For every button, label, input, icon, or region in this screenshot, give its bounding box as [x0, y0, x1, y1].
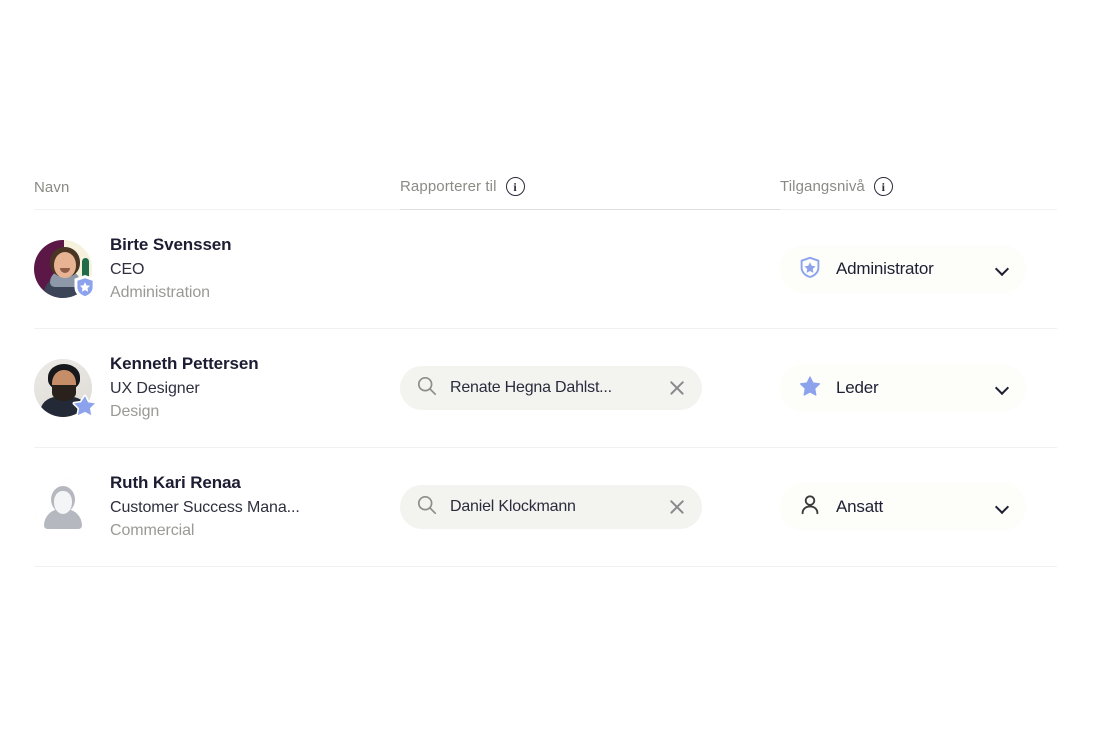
person-title: CEO: [110, 260, 145, 278]
cell-person: Kenneth Pettersen UX Designer Design: [34, 353, 400, 423]
person-info: Birte Svenssen CEO Administration: [34, 234, 400, 304]
close-icon[interactable]: [668, 498, 686, 516]
person-info: Kenneth Pettersen UX Designer Design: [34, 353, 400, 423]
person-name: Kenneth Pettersen: [110, 353, 259, 373]
chevron-down-icon[interactable]: [996, 382, 1008, 394]
cell-reports-to: Renate Hegna Dahlst...: [400, 366, 780, 410]
access-level-dropdown[interactable]: Ansatt: [780, 483, 1026, 531]
avatar[interactable]: [34, 478, 92, 536]
header-cell-name: Navn: [34, 179, 400, 210]
access-level-label: Administrator: [836, 259, 934, 278]
person-name: Birte Svenssen: [110, 234, 232, 254]
reports-to-search-field[interactable]: Renate Hegna Dahlst...: [400, 366, 702, 410]
column-header-reports-to[interactable]: Rapporterer til i: [400, 177, 780, 210]
person-meta: Kenneth Pettersen UX Designer Design: [110, 353, 259, 423]
search-icon: [416, 494, 438, 521]
person-department: Design: [110, 403, 160, 421]
header-cell-access-level: Tilgangsnivå i: [780, 177, 1057, 210]
person-icon: [798, 493, 822, 522]
person-info: Ruth Kari Renaa Customer Success Mana...…: [34, 472, 400, 542]
person-department: Administration: [110, 284, 210, 302]
person-department: Commercial: [110, 522, 195, 540]
column-header-reports-to-label: Rapporterer til: [400, 178, 497, 195]
access-level-label: Ansatt: [836, 497, 883, 516]
placeholder-avatar-image: [34, 478, 92, 536]
chevron-down-icon[interactable]: [996, 263, 1008, 275]
avatar[interactable]: [34, 240, 96, 300]
cell-person: Birte Svenssen CEO Administration: [34, 234, 400, 304]
header-cell-reports-to: Rapporterer til i: [400, 177, 780, 210]
search-icon: [416, 375, 438, 402]
shield-star-icon: [798, 255, 822, 284]
table-row: Birte Svenssen CEO Administration Admini…: [34, 210, 1057, 329]
shield-star-badge-icon: [72, 274, 98, 300]
cell-person: Ruth Kari Renaa Customer Success Mana...…: [34, 472, 400, 542]
table-header-row: Navn Rapporterer til i Tilgangsnivå i: [34, 160, 1057, 210]
cell-reports-to: Daniel Klockmann: [400, 485, 780, 529]
reports-to-value: Daniel Klockmann: [450, 498, 576, 515]
reports-to-value: Renate Hegna Dahlst...: [450, 379, 612, 396]
access-level-label: Leder: [836, 378, 879, 397]
user-access-table-page: Navn Rapporterer til i Tilgangsnivå i Bi…: [0, 0, 1093, 732]
reports-to-search-field[interactable]: Daniel Klockmann: [400, 485, 702, 529]
person-meta: Ruth Kari Renaa Customer Success Mana...…: [110, 472, 300, 542]
people-table: Navn Rapporterer til i Tilgangsnivå i Bi…: [34, 160, 1057, 567]
column-header-name[interactable]: Navn: [34, 179, 400, 210]
person-meta: Birte Svenssen CEO Administration: [110, 234, 232, 304]
table-row: Ruth Kari Renaa Customer Success Mana...…: [34, 448, 1057, 567]
star-icon: [798, 374, 822, 403]
table-row: Kenneth Pettersen UX Designer Design Ren…: [34, 329, 1057, 448]
column-header-access-level-label: Tilgangsnivå: [780, 178, 865, 195]
column-header-access-level[interactable]: Tilgangsnivå i: [780, 177, 1057, 210]
access-level-dropdown[interactable]: Administrator: [780, 245, 1026, 293]
person-name: Ruth Kari Renaa: [110, 472, 241, 492]
avatar[interactable]: [34, 359, 97, 417]
access-level-dropdown[interactable]: Leder: [780, 364, 1026, 412]
person-title: Customer Success Mana...: [110, 498, 300, 516]
chevron-down-icon[interactable]: [996, 501, 1008, 513]
person-title: UX Designer: [110, 379, 200, 397]
column-header-name-label: Navn: [34, 179, 70, 196]
cell-access-level: Ansatt: [780, 483, 1057, 531]
cell-access-level: Leder: [780, 364, 1057, 412]
info-icon-reports-to[interactable]: i: [505, 177, 525, 196]
star-badge-icon: [72, 393, 98, 419]
close-icon[interactable]: [668, 379, 686, 397]
cell-access-level: Administrator: [780, 245, 1057, 293]
info-icon-access-level[interactable]: i: [873, 177, 893, 196]
